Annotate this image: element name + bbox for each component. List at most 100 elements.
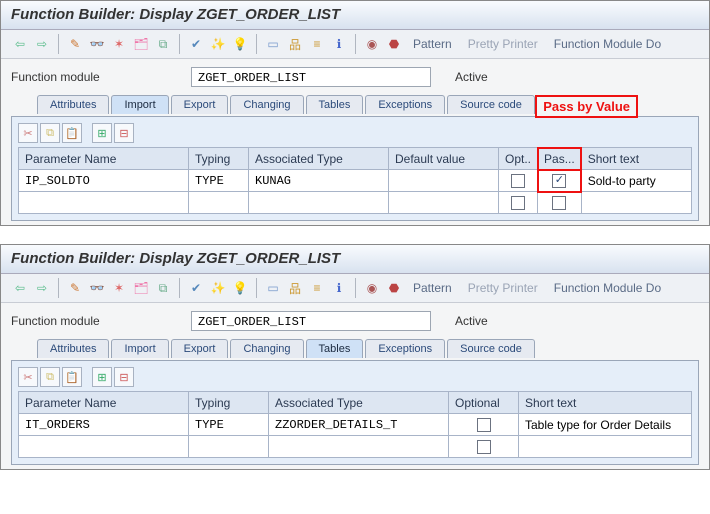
table-row[interactable]: IT_ORDERS TYPE ZZORDER_DETAILS_T Table t… [19,414,692,436]
copy-icon[interactable]: ⧉ [154,279,172,297]
paste-icon[interactable]: 📋 [62,367,82,387]
tab-exceptions[interactable]: Exceptions [365,339,445,358]
tab-import[interactable]: Import [111,95,168,114]
col-assoc: Associated Type [269,392,449,414]
function-module-doc-button[interactable]: Function Module Do [548,279,667,297]
separator [256,278,257,298]
cell-short[interactable]: Sold-to party [581,170,691,192]
table-row[interactable]: IP_SOLDTO TYPE KUNAG Sold-to party [19,170,692,192]
delete-row-icon[interactable]: ⊟ [114,367,134,387]
passvalue-checkbox[interactable] [552,174,566,188]
function-module-row: Function module ZGET_ORDER_LIST Active [11,67,699,87]
forward-icon[interactable]: ⇨ [33,35,51,53]
hierarchy-icon[interactable]: 品 [286,35,304,53]
optional-checkbox[interactable] [511,174,525,188]
col-optional: Opt.. [499,148,538,170]
col-default: Default value [389,148,499,170]
cell-optional[interactable] [499,170,538,192]
optional-checkbox[interactable] [477,440,491,454]
cell-assoc[interactable]: KUNAG [249,170,389,192]
tab-changing[interactable]: Changing [230,339,303,358]
whereused-icon[interactable]: ▭ [264,279,282,297]
whereused-icon[interactable]: ▭ [264,35,282,53]
cell-assoc[interactable]: ZZORDER_DETAILS_T [269,414,449,436]
forward-icon[interactable]: ⇨ [33,279,51,297]
delete-row-icon[interactable]: ⊟ [114,123,134,143]
function-module-doc-button[interactable]: Function Module Do [548,35,667,53]
lamp-icon[interactable]: 💡 [231,279,249,297]
back-icon[interactable]: ⇦ [11,35,29,53]
tab-export[interactable]: Export [171,95,229,114]
spacer [84,123,90,143]
tab-source[interactable]: Source code [447,95,535,114]
breakpoint-icon[interactable]: ◉ [363,279,381,297]
optional-checkbox[interactable] [511,196,525,210]
separator [355,34,356,54]
cut-icon[interactable]: ✂ [18,123,38,143]
display-toggle-icon[interactable]: ✎ [66,279,84,297]
tab-tables[interactable]: Tables [306,95,364,114]
window-title: Function Builder: Display ZGET_ORDER_LIS… [1,245,709,274]
glasses-icon[interactable]: 👓 [88,279,106,297]
pattern-button[interactable]: Pattern [407,35,458,53]
cell-param[interactable]: IT_ORDERS [19,414,189,436]
tab-attributes[interactable]: Attributes [37,339,109,358]
table-row-empty[interactable] [19,436,692,458]
glasses-icon[interactable]: 👓 [88,35,106,53]
table-header-row: Parameter Name Typing Associated Type Op… [19,392,692,414]
pretty-printer-button: Pretty Printer [462,279,544,297]
display-toggle-icon[interactable]: ✎ [66,35,84,53]
passvalue-checkbox[interactable] [552,196,566,210]
status-text: Active [455,70,488,84]
layers-icon[interactable]: ≡ [308,35,326,53]
cell-passvalue[interactable] [538,170,582,192]
optional-checkbox[interactable] [477,418,491,432]
pattern-button[interactable]: Pattern [407,279,458,297]
breakpoint-icon[interactable]: ◉ [363,35,381,53]
activate-icon[interactable]: ✶ [110,35,128,53]
back-icon[interactable]: ⇦ [11,279,29,297]
info-icon[interactable]: ℹ [330,35,348,53]
tab-export[interactable]: Export [171,339,229,358]
copy-icon[interactable]: ⧉ [154,35,172,53]
lamp-icon[interactable]: 💡 [231,35,249,53]
hierarchy-icon[interactable]: 品 [286,279,304,297]
activate-icon[interactable]: ✶ [110,279,128,297]
function-module-field[interactable]: ZGET_ORDER_LIST [191,311,431,331]
tab-attributes[interactable]: Attributes [37,95,109,114]
tab-exceptions[interactable]: Exceptions [365,95,445,114]
cell-default[interactable] [389,170,499,192]
cell-optional[interactable] [449,414,519,436]
check-icon[interactable]: ✔ [187,35,205,53]
tab-import[interactable]: Import [111,339,168,358]
stop-icon[interactable]: ⬣ [385,35,403,53]
cell-typing[interactable]: TYPE [189,414,269,436]
function-module-label: Function module [11,70,191,84]
wand-icon[interactable]: ✨ [209,279,227,297]
cell-short[interactable]: Table type for Order Details [519,414,692,436]
info-icon[interactable]: ℹ [330,279,348,297]
tab-changing[interactable]: Changing [230,95,303,114]
wand-icon[interactable]: ✨ [209,35,227,53]
other-object-icon[interactable]: 🗂 [132,35,150,53]
separator [58,278,59,298]
col-assoc: Associated Type [249,148,389,170]
copy-row-icon[interactable]: ⧉ [40,123,60,143]
insert-row-icon[interactable]: ⊞ [92,367,112,387]
cut-icon[interactable]: ✂ [18,367,38,387]
paste-icon[interactable]: 📋 [62,123,82,143]
cell-param[interactable]: IP_SOLDTO [19,170,189,192]
other-object-icon[interactable]: 🗂 [132,279,150,297]
function-module-field[interactable]: ZGET_ORDER_LIST [191,67,431,87]
cell-typing[interactable]: TYPE [189,170,249,192]
status-text: Active [455,314,488,328]
copy-row-icon[interactable]: ⧉ [40,367,60,387]
tab-source[interactable]: Source code [447,339,535,358]
tabstrip: Attributes Import Export Changing Tables… [11,339,699,358]
stop-icon[interactable]: ⬣ [385,279,403,297]
check-icon[interactable]: ✔ [187,279,205,297]
tab-tables[interactable]: Tables [306,339,364,358]
layers-icon[interactable]: ≡ [308,279,326,297]
insert-row-icon[interactable]: ⊞ [92,123,112,143]
table-row-empty[interactable] [19,192,692,214]
